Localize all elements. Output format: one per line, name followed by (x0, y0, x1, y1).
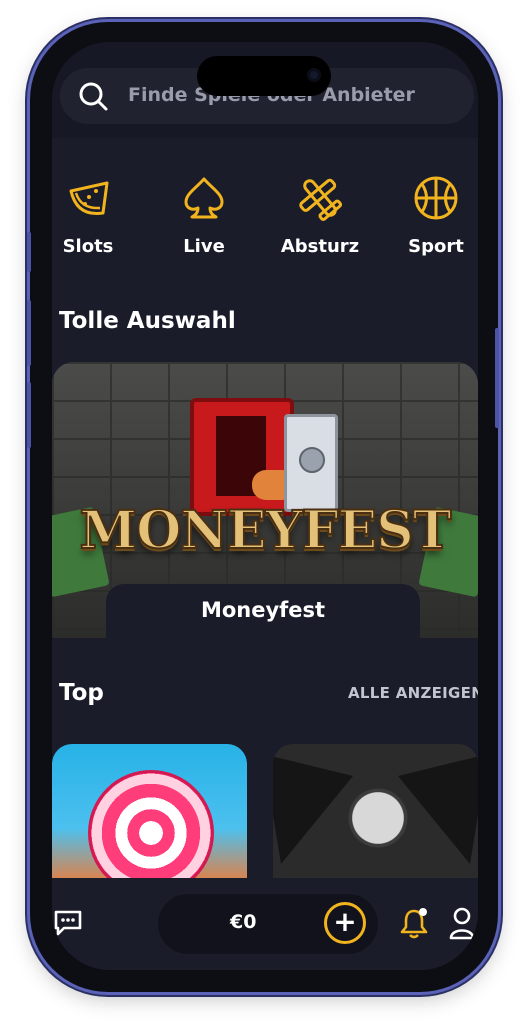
phone-side-button (27, 232, 31, 272)
devil-thumbnail (323, 770, 433, 884)
spade-icon (154, 170, 254, 226)
game-card-candy[interactable] (52, 744, 247, 884)
camera (307, 68, 321, 82)
wallet-pill[interactable]: €0 + (158, 894, 378, 954)
basketball-icon (386, 170, 478, 226)
view-all-link[interactable]: ALLE ANZEIGEN (348, 684, 478, 702)
lollipop-thumbnail (88, 770, 214, 884)
category-label: Sport (408, 236, 464, 257)
top-section-title: Top (59, 680, 104, 706)
featured-section-title: Tolle Auswahl (59, 308, 236, 334)
game-card-devil[interactable] (273, 744, 478, 884)
category-slots[interactable]: Slots (52, 170, 138, 257)
dynamic-island (197, 56, 331, 96)
phone-volume-up (27, 300, 31, 366)
user-icon[interactable] (448, 906, 476, 944)
app-screen: Finde Spiele oder Anbieter Slots Live (52, 42, 478, 970)
deposit-button[interactable]: + (324, 902, 366, 944)
category-absturz[interactable]: Absturz (270, 170, 370, 257)
category-sport[interactable]: Sport (386, 170, 478, 257)
phone-power-button (495, 328, 499, 428)
airplane-icon (270, 170, 370, 226)
bell-icon[interactable] (398, 906, 430, 944)
search-icon (78, 81, 110, 117)
watermelon-icon (52, 170, 138, 226)
category-label: Live (183, 236, 225, 257)
featured-game-name[interactable]: Moneyfest (106, 584, 420, 638)
phone-volume-down (27, 382, 31, 448)
safe-door (284, 414, 338, 512)
category-live[interactable]: Live (154, 170, 254, 257)
balance-amount: €0 (230, 911, 257, 933)
game-logo: MONEYFEST (79, 499, 453, 562)
chat-icon[interactable] (52, 908, 84, 942)
category-label: Absturz (280, 236, 360, 257)
category-label: Slots (62, 236, 114, 257)
